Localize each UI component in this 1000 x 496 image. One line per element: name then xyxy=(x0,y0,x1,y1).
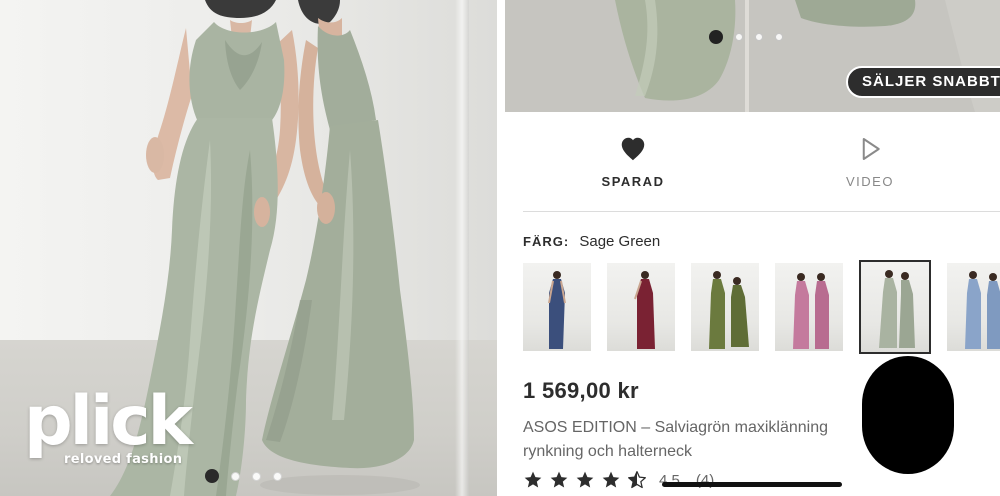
color-key: FÄRG: xyxy=(523,234,570,249)
video-button[interactable]: VIDEO xyxy=(810,134,930,189)
color-swatch-dusty-blue[interactable] xyxy=(947,263,1000,351)
color-swatch-burgundy[interactable] xyxy=(607,263,675,351)
swatch-image xyxy=(879,270,915,348)
product-gallery[interactable]: SÄLJER SNABBT xyxy=(505,0,1000,112)
hero-image[interactable]: plick reloved fashion xyxy=(0,0,497,496)
product-title: ASOS EDITION – Salviagrön maxiklänning r… xyxy=(523,419,829,460)
star-filled-icon xyxy=(602,471,620,488)
star-half-icon xyxy=(628,471,646,489)
home-indicator[interactable] xyxy=(662,482,842,487)
carousel-dot[interactable] xyxy=(252,471,261,481)
color-swatch-navy[interactable] xyxy=(523,263,591,351)
saved-label: SPARAD xyxy=(601,174,665,189)
saved-button[interactable]: SPARAD xyxy=(573,134,693,189)
color-value: Sage Green xyxy=(579,233,661,250)
carousel-dot[interactable] xyxy=(205,469,219,483)
product-detail-screen: SÄLJER SNABBT SPARAD VIDEO FÄRG: Sage Gr… xyxy=(505,0,1000,496)
panel-gutter xyxy=(497,0,505,496)
gallery-carousel-dots[interactable] xyxy=(709,30,783,44)
carousel-dot[interactable] xyxy=(273,471,282,481)
star-filled-icon xyxy=(524,471,542,488)
plick-logo: plick reloved fashion xyxy=(24,382,194,468)
play-icon xyxy=(862,138,880,160)
carousel-dot[interactable] xyxy=(231,471,240,481)
swatch-image xyxy=(965,271,1000,349)
product-rating[interactable]: 4,5 (4) xyxy=(523,470,714,490)
video-label: VIDEO xyxy=(846,174,894,189)
star-filled-icon xyxy=(550,471,568,488)
color-swatch-sage-green[interactable] xyxy=(859,260,931,354)
section-divider xyxy=(523,211,1000,212)
selling-fast-badge: SÄLJER SNABBT xyxy=(846,66,1000,98)
carousel-dot[interactable] xyxy=(755,33,763,41)
swatch-image xyxy=(548,271,566,349)
heart-filled-icon xyxy=(621,137,645,161)
logo-tagline: reloved fashion xyxy=(64,452,183,467)
color-swatch-mauve[interactable] xyxy=(775,263,843,351)
color-selector-label: FÄRG: Sage Green xyxy=(523,233,660,250)
logo-mark: plick xyxy=(24,382,193,461)
redacted-overlay xyxy=(862,356,954,474)
carousel-dot[interactable] xyxy=(775,33,783,41)
swatch-image xyxy=(634,271,655,349)
hero-carousel-dots[interactable] xyxy=(205,469,282,483)
carousel-dot[interactable] xyxy=(709,30,723,44)
star-filled-icon xyxy=(576,471,594,488)
swatch-image xyxy=(793,273,829,349)
color-swatch-olive[interactable] xyxy=(691,263,759,351)
swatch-image xyxy=(709,271,749,349)
product-actions: SPARAD VIDEO xyxy=(505,112,1000,212)
product-price: 1 569,00 kr xyxy=(523,378,639,403)
carousel-dot[interactable] xyxy=(735,33,743,41)
